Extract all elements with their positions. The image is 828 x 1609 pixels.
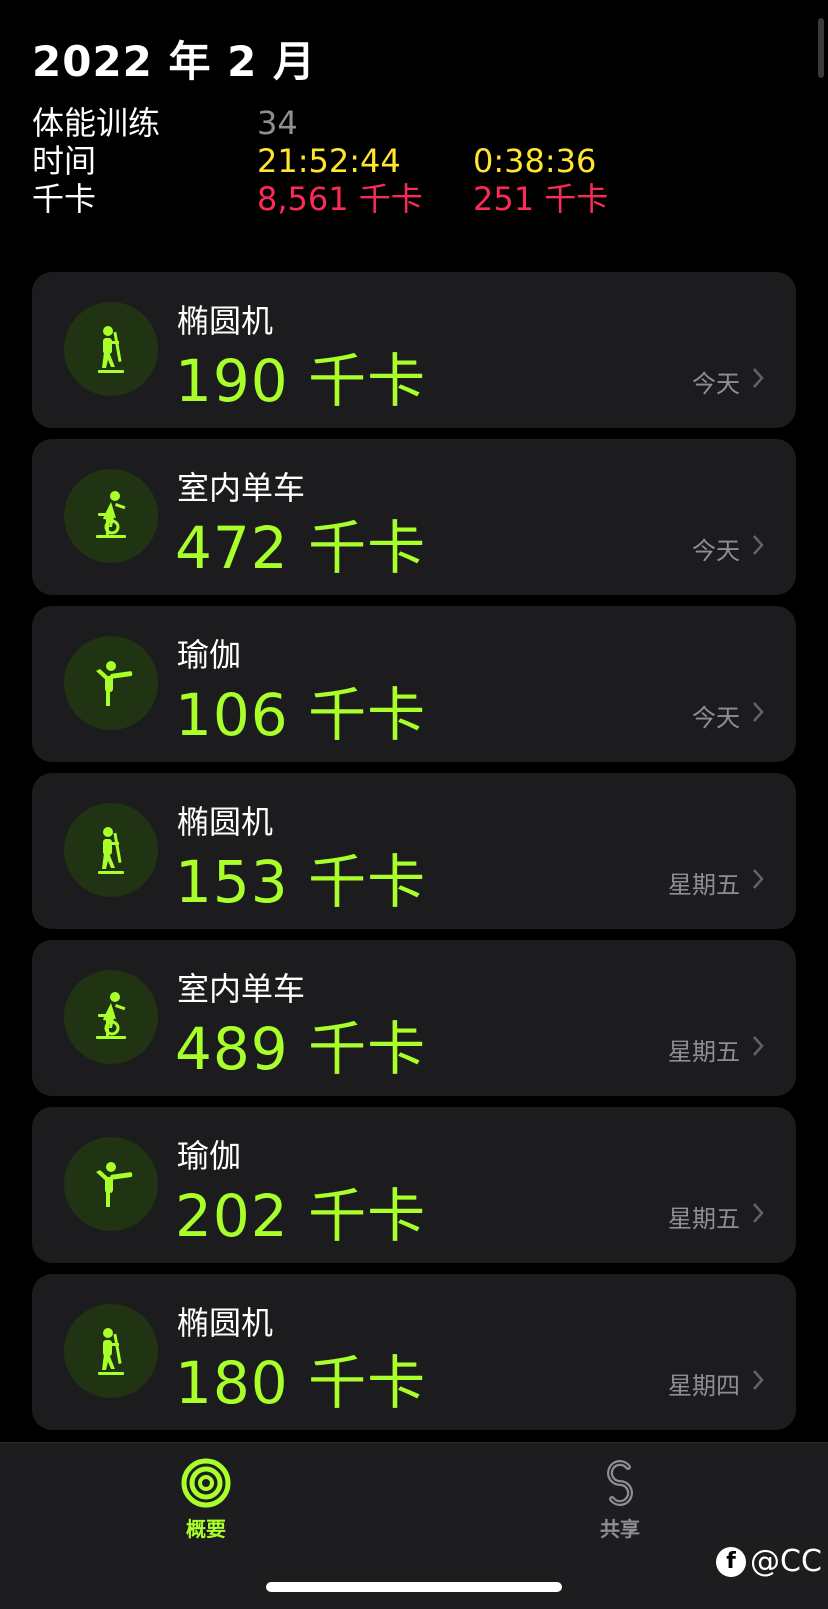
chevron-right-icon: [753, 535, 764, 555]
workout-date: 星期五: [668, 1038, 740, 1066]
workout-calories: 106 千卡: [175, 681, 427, 749]
workout-date: 今天: [692, 370, 740, 398]
workout-card[interactable]: 椭圆机 180 千卡 星期四: [32, 1274, 796, 1430]
chevron-right-icon: [753, 869, 764, 889]
workout-calories: 180 千卡: [175, 1349, 427, 1417]
workout-calories: 202 千卡: [175, 1182, 427, 1250]
workout-date: 星期四: [668, 1372, 740, 1400]
workout-calories: 472 千卡: [175, 514, 427, 582]
tab-sharing[interactable]: 共享: [560, 1457, 680, 1542]
elliptical-icon: [64, 803, 158, 897]
chevron-right-icon: [753, 1036, 764, 1056]
tab-label: 共享: [600, 1517, 640, 1541]
workout-card[interactable]: 瑜伽 106 千卡 今天: [32, 606, 796, 762]
app-logo-icon: f: [716, 1546, 746, 1577]
workout-date: 今天: [692, 704, 740, 732]
watermark: f @CC: [716, 1544, 822, 1579]
elliptical-icon: [64, 302, 158, 396]
elliptical-icon: [64, 1304, 158, 1398]
workout-card[interactable]: 瑜伽 202 千卡 星期五: [32, 1107, 796, 1263]
calories-average: 251 千卡: [473, 180, 609, 218]
yoga-icon: [64, 1137, 158, 1231]
workouts-label: 体能训练: [32, 104, 161, 142]
chevron-right-icon: [753, 1203, 764, 1223]
workout-date: 今天: [692, 537, 740, 565]
tab-label: 概要: [186, 1517, 226, 1541]
workout-card[interactable]: 室内单车 489 千卡 星期五: [32, 940, 796, 1096]
workout-card[interactable]: 椭圆机 190 千卡 今天: [32, 272, 796, 428]
workout-date: 星期五: [668, 871, 740, 899]
time-total: 21:52:44: [257, 142, 401, 180]
watermark-text: @CC: [750, 1544, 822, 1579]
workout-card[interactable]: 椭圆机 153 千卡 星期五: [32, 773, 796, 929]
sharing-icon: [607, 1460, 633, 1506]
page-title: 2022 年 2 月: [32, 37, 316, 86]
workout-list: 椭圆机 190 千卡 今天 室内单车 472 千卡 今天 瑜伽 106 千卡 今…: [32, 272, 796, 1441]
time-average: 0:38:36: [473, 142, 597, 180]
activity-rings-icon: [181, 1458, 231, 1508]
chevron-right-icon: [753, 1370, 764, 1390]
chevron-right-icon: [753, 368, 764, 388]
calories-total: 8,561 千卡: [257, 180, 423, 218]
tab-summary[interactable]: 概要: [146, 1457, 266, 1542]
indoor-cycle-icon: [64, 970, 158, 1064]
time-label: 时间: [32, 142, 97, 180]
workout-card[interactable]: 室内单车 472 千卡 今天: [32, 439, 796, 595]
workout-date: 星期五: [668, 1205, 740, 1233]
workout-calories: 190 千卡: [175, 347, 427, 415]
yoga-icon: [64, 636, 158, 730]
workout-calories: 489 千卡: [175, 1015, 427, 1083]
workout-calories: 153 千卡: [175, 848, 427, 916]
indoor-cycle-icon: [64, 469, 158, 563]
workouts-count: 34: [257, 104, 298, 142]
chevron-right-icon: [753, 702, 764, 722]
home-indicator[interactable]: [266, 1582, 562, 1592]
scrollbar[interactable]: [818, 18, 824, 78]
calories-label: 千卡: [32, 180, 97, 218]
